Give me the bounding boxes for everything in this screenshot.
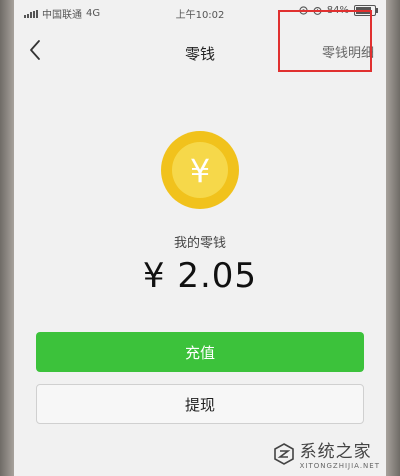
balance-label: 我的零钱 (173, 236, 226, 251)
watermark-name: 系统之家 (299, 442, 372, 462)
phone-screen: 中国联通 4G 上午10:02 84% 零钱 零钱明细 ¥ 我的零钱 ¥ 2.0… (14, 0, 386, 476)
watermark: 系统之家 XITONGZHIJIA.NET (273, 437, 380, 470)
withdraw-button[interactable]: 提现 (36, 384, 364, 424)
highlight-box (278, 10, 372, 72)
watermark-logo-icon (273, 442, 294, 465)
coin-symbol: ¥ (190, 152, 210, 190)
watermark-url: XITONGZHIJIA.NET (299, 462, 380, 470)
phone-frame-left (0, 0, 14, 476)
watermark-text: 系统之家 XITONGZHIJIA.NET (300, 437, 380, 470)
yen-coin-icon: ¥ (161, 131, 239, 209)
recharge-button[interactable]: 充值 (36, 332, 364, 372)
phone-frame-right (386, 0, 400, 476)
balance-amount: ¥ 2.05 (142, 256, 258, 296)
